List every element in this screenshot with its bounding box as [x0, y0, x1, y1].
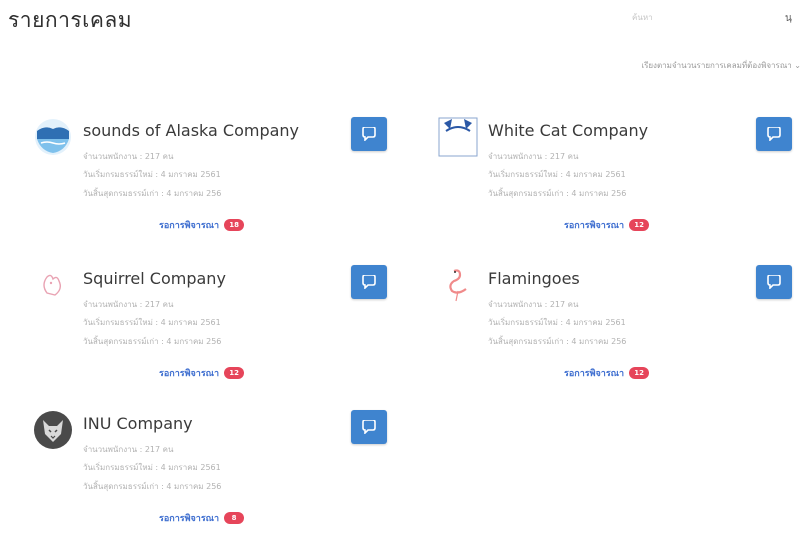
employee-count: จำนวนพนักงาน : 217 คน	[488, 300, 579, 309]
chat-button[interactable]	[351, 117, 387, 151]
company-card: Flamingoes จำนวนพนักงาน : 217 คน วันเริ่…	[438, 265, 792, 395]
pending-count-badge: 12	[629, 219, 650, 231]
pending-label: รอการพิจารณา	[159, 514, 220, 524]
pending-label: รอการพิจารณา	[159, 221, 220, 231]
chat-button[interactable]	[351, 410, 387, 444]
user-menu[interactable]: นฺ	[785, 11, 792, 26]
pending-review-link[interactable]: รอการพิจารณา 18	[159, 218, 245, 232]
pending-review-link[interactable]: รอการพิจารณา 8	[159, 511, 245, 525]
policy-start-date: วันเริ่มกรมธรรม์ใหม่ : 4 มกราคม 2561	[488, 170, 626, 179]
company-name: White Cat Company	[488, 121, 649, 140]
employee-count: จำนวนพนักงาน : 217 คน	[83, 445, 174, 454]
search-input[interactable]: ค้นหา	[632, 11, 653, 24]
chat-button[interactable]	[756, 117, 792, 151]
policy-end-date: วันสิ้นสุดกรมธรรม์เก่า : 4 มกราคม 256	[83, 337, 222, 346]
company-name: Squirrel Company	[83, 269, 226, 288]
pending-count-badge: 12	[629, 367, 650, 379]
flamingo-logo-icon	[438, 265, 478, 305]
company-card: Squirrel Company จำนวนพนักงาน : 217 คน ว…	[33, 265, 387, 395]
company-name: INU Company	[83, 414, 193, 433]
employee-count: จำนวนพนักงาน : 217 คน	[83, 152, 174, 161]
pending-review-link[interactable]: รอการพิจารณา 12	[564, 366, 650, 380]
chat-icon	[767, 127, 781, 141]
sort-label: เรียงตามจำนวนรายการเคลมที่ต้องพิจารณา	[641, 61, 792, 70]
policy-end-date: วันสิ้นสุดกรมธรรม์เก่า : 4 มกราคม 256	[488, 337, 627, 346]
chat-button[interactable]	[756, 265, 792, 299]
policy-start-date: วันเริ่มกรมธรรม์ใหม่ : 4 มกราคม 2561	[83, 170, 221, 179]
white-cat-logo-icon	[438, 117, 478, 157]
pending-label: รอการพิจารณา	[564, 369, 625, 379]
policy-end-date: วันสิ้นสุดกรมธรรม์เก่า : 4 มกราคม 256	[488, 189, 627, 198]
chat-icon	[362, 420, 376, 434]
company-name: Flamingoes	[488, 269, 580, 288]
chat-icon	[362, 275, 376, 289]
squirrel-logo-icon	[33, 265, 73, 305]
page-title: รายการเคลม	[8, 8, 133, 32]
company-card: sounds of Alaska Company จำนวนพนักงาน : …	[33, 117, 387, 247]
chat-button[interactable]	[351, 265, 387, 299]
inu-logo-icon	[33, 410, 73, 450]
pending-count-badge: 18	[224, 219, 245, 231]
policy-end-date: วันสิ้นสุดกรมธรรม์เก่า : 4 มกราคม 256	[83, 482, 222, 491]
pending-count-badge: 12	[224, 367, 245, 379]
pending-review-link[interactable]: รอการพิจารณา 12	[159, 366, 245, 380]
policy-start-date: วันเริ่มกรมธรรม์ใหม่ : 4 มกราคม 2561	[83, 318, 221, 327]
pending-review-link[interactable]: รอการพิจารณา 12	[564, 218, 650, 232]
company-card: INU Company จำนวนพนักงาน : 217 คน วันเริ…	[33, 410, 387, 540]
policy-start-date: วันเริ่มกรมธรรม์ใหม่ : 4 มกราคม 2561	[488, 318, 626, 327]
policy-end-date: วันสิ้นสุดกรมธรรม์เก่า : 4 มกราคม 256	[83, 189, 222, 198]
company-name: sounds of Alaska Company	[83, 121, 300, 140]
policy-start-date: วันเริ่มกรมธรรม์ใหม่ : 4 มกราคม 2561	[83, 463, 221, 472]
alaska-logo-icon	[33, 117, 73, 157]
employee-count: จำนวนพนักงาน : 217 คน	[83, 300, 174, 309]
employee-count: จำนวนพนักงาน : 217 คน	[488, 152, 579, 161]
pending-label: รอการพิจารณา	[564, 221, 625, 231]
sort-dropdown[interactable]: เรียงตามจำนวนรายการเคลมที่ต้องพิจารณา ⌄	[641, 59, 801, 72]
chat-icon	[362, 127, 376, 141]
chevron-down-icon: ⌄	[794, 61, 801, 70]
chat-icon	[767, 275, 781, 289]
company-card: White Cat Company จำนวนพนักงาน : 217 คน …	[438, 117, 792, 247]
pending-count-badge: 8	[224, 512, 245, 524]
pending-label: รอการพิจารณา	[159, 369, 220, 379]
